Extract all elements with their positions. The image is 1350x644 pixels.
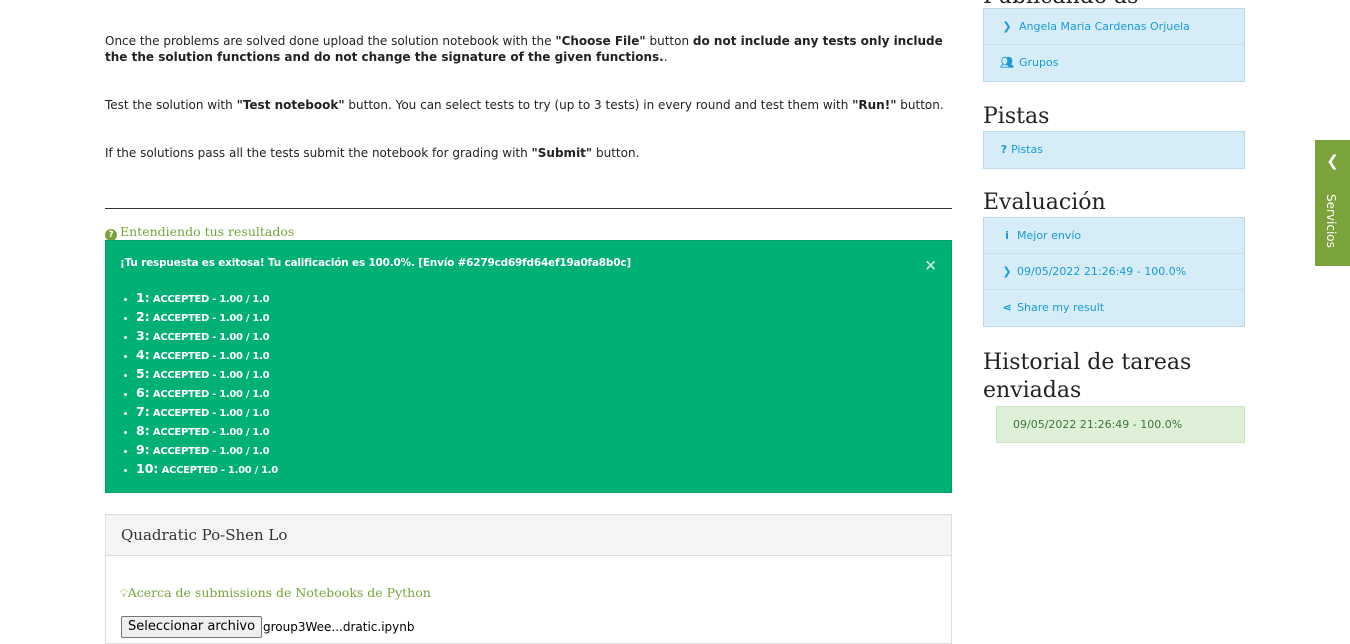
chevron-right-icon: ❯	[1002, 265, 1012, 278]
test-status: ACCEPTED - 1.00 / 1.0	[152, 446, 270, 457]
test-status: ACCEPTED - 1.00 / 1.0	[152, 351, 270, 362]
test-status: ACCEPTED - 1.00 / 1.0	[152, 332, 270, 343]
understanding-results-link[interactable]: ? Entendiendo tus resultados	[105, 224, 294, 241]
hints-item[interactable]: ? Pistas	[984, 132, 1244, 168]
test-result-item: 4: ACCEPTED - 1.00 / 1.0	[136, 345, 278, 364]
test-result-item: 1: ACCEPTED - 1.00 / 1.0	[136, 288, 278, 307]
user-box: ❯ Angela Maria Cardenas Orjuela 👥︎ Grupos	[983, 8, 1245, 82]
test-result-item: 7: ACCEPTED - 1.00 / 1.0	[136, 402, 278, 421]
test-status: ACCEPTED - 1.00 / 1.0	[152, 427, 270, 438]
text: Once the problems are solved done upload…	[105, 34, 556, 48]
share-result-item[interactable]: ⋖ Share my result	[984, 290, 1244, 326]
text: .	[663, 50, 668, 64]
selected-file-name: group3Wee...dratic.ipynb	[263, 620, 415, 634]
share-result-label: Share my result	[1017, 301, 1105, 314]
test-number: 4:	[136, 347, 150, 362]
test-notebook-ref: "Test notebook"	[236, 98, 345, 112]
test-result-item: 10: ACCEPTED - 1.00 / 1.0	[136, 459, 278, 478]
test-result-item: 2: ACCEPTED - 1.00 / 1.0	[136, 307, 278, 326]
divider	[105, 208, 952, 209]
test-number: 8:	[136, 423, 150, 438]
text: Test the solution with	[105, 98, 237, 112]
evaluation-box: i Mejor envío ❯ 09/05/2022 21:26:49 - 100.…	[983, 217, 1245, 327]
history-item[interactable]: 09/05/2022 21:26:49 - 100.0%	[996, 406, 1245, 443]
test-result-item: 3: ACCEPTED - 1.00 / 1.0	[136, 326, 278, 345]
test-status: ACCEPTED - 1.00 / 1.0	[152, 408, 270, 419]
about-notebooks-link[interactable]: 💡︎Acerca de submissions de Notebooks de …	[120, 585, 431, 601]
test-result-item: 6: ACCEPTED - 1.00 / 1.0	[136, 383, 278, 402]
best-submission-label: Mejor envío	[1017, 229, 1082, 242]
test-status: ACCEPTED - 1.00 / 1.0	[152, 313, 270, 324]
text: button.	[592, 146, 640, 160]
test-number: 3:	[136, 328, 150, 343]
test-number: 2:	[136, 309, 150, 324]
best-submission-item[interactable]: i Mejor envío	[984, 218, 1244, 254]
test-number: 1:	[136, 290, 150, 305]
share-icon: ⋖	[1002, 301, 1012, 314]
hints-box: ? Pistas	[983, 131, 1245, 169]
test-result-item: 8: ACCEPTED - 1.00 / 1.0	[136, 421, 278, 440]
instructions-test: Test the solution with "Test notebook" b…	[105, 97, 952, 113]
hints-label: Pistas	[1011, 143, 1043, 156]
hints-title: Pistas	[983, 104, 1050, 129]
services-label: Servicios	[1324, 194, 1338, 248]
text: button. You can select tests to try (up …	[344, 98, 853, 112]
groups-label: Grupos	[1019, 56, 1059, 69]
groups-item[interactable]: 👥︎ Grupos	[984, 45, 1244, 81]
evaluation-submission-item[interactable]: ❯ 09/05/2022 21:26:49 - 100.0%	[984, 254, 1244, 290]
test-number: 10:	[136, 461, 159, 476]
evaluation-title: Evaluación	[983, 190, 1106, 215]
chevron-left-icon: ❮	[1326, 152, 1339, 170]
test-number: 9:	[136, 442, 150, 457]
info-icon: i	[1005, 229, 1009, 242]
result-alert: ¡Tu respuesta es exitosa! Tu calificació…	[105, 240, 952, 493]
test-result-item: 9: ACCEPTED - 1.00 / 1.0	[136, 440, 278, 459]
instructions-upload: Once the problems are solved done upload…	[105, 33, 952, 65]
submit-ref: "Submit"	[531, 146, 593, 160]
choose-file-ref: "Choose File"	[555, 34, 646, 48]
chevron-right-icon: ❯	[1002, 20, 1012, 33]
about-notebooks-label: Acerca de submissions de Notebooks de Py…	[127, 585, 431, 600]
test-number: 5:	[136, 366, 150, 381]
run-ref: "Run!"	[852, 98, 897, 112]
test-status: ACCEPTED - 1.00 / 1.0	[152, 389, 270, 400]
choose-file-button[interactable]: Seleccionar archivo	[121, 616, 263, 638]
test-status: ACCEPTED - 1.00 / 1.0	[152, 294, 270, 305]
test-results-list: 1: ACCEPTED - 1.00 / 1.02: ACCEPTED - 1.…	[120, 288, 278, 478]
panel-title: Quadratic Po-Shen Lo	[121, 526, 288, 544]
test-number: 6:	[136, 385, 150, 400]
test-result-item: 5: ACCEPTED - 1.00 / 1.0	[136, 364, 278, 383]
understanding-results-label: Entendiendo tus resultados	[120, 224, 295, 239]
result-header: ¡Tu respuesta es exitosa! Tu calificació…	[120, 257, 631, 269]
services-tab[interactable]: ❮ Servicios	[1315, 140, 1350, 266]
user-name-item[interactable]: ❯ Angela Maria Cardenas Orjuela	[984, 9, 1244, 45]
history-title: Historial de tareas enviadas	[983, 350, 1192, 403]
lightbulb-icon: 💡︎	[120, 587, 128, 600]
text: button	[645, 34, 693, 48]
evaluation-submission-label: 09/05/2022 21:26:49 - 100.0%	[1017, 265, 1187, 278]
instructions-submit: If the solutions pass all the tests subm…	[105, 145, 952, 161]
test-status: ACCEPTED - 1.00 / 1.0	[161, 465, 279, 476]
users-icon: 👥︎	[1000, 56, 1014, 69]
text: button.	[896, 98, 944, 112]
question-icon: ?	[1000, 143, 1008, 156]
test-status: ACCEPTED - 1.00 / 1.0	[152, 370, 270, 381]
submission-panel: Quadratic Po-Shen Lo 💡︎Acerca de submiss…	[105, 514, 952, 644]
test-number: 7:	[136, 404, 150, 419]
close-icon[interactable]: ×	[924, 257, 937, 273]
text: If the solutions pass all the tests subm…	[105, 146, 532, 160]
user-name: Angela Maria Cardenas Orjuela	[1019, 20, 1190, 33]
